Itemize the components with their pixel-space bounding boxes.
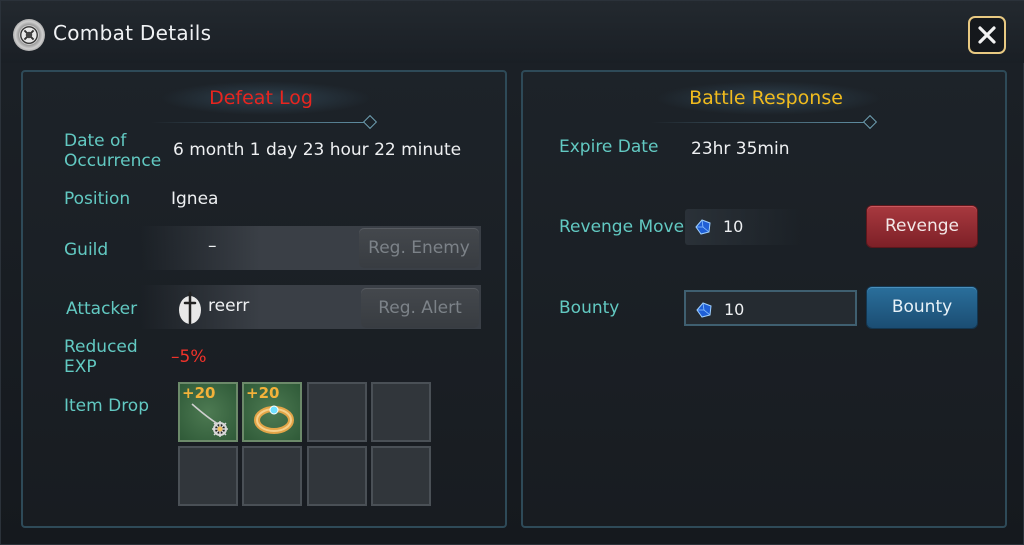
guild-label: Guild — [64, 240, 109, 260]
reg-alert-button[interactable]: Reg. Alert — [361, 288, 479, 328]
date-label-line1: Date of — [64, 131, 127, 151]
item-slot-empty — [371, 446, 431, 506]
item-slot-empty — [178, 446, 238, 506]
defeat-log-title: Defeat Log — [209, 87, 313, 109]
defeat-log-divider — [151, 122, 365, 123]
reduced-exp-label-line1: Reduced — [64, 337, 138, 357]
window-title: Combat Details — [53, 21, 212, 45]
battle-response-title: Battle Response — [689, 87, 843, 109]
position-label: Position — [64, 189, 131, 209]
bounty-amount-input[interactable]: 10 — [684, 290, 857, 326]
attacker-label: Attacker — [66, 299, 138, 319]
item-slot-necklace[interactable]: +20 — [178, 382, 238, 442]
bounty-label: Bounty — [559, 298, 620, 318]
item-slot-ring[interactable]: +20 — [242, 382, 302, 442]
reduced-exp-value: –5% — [171, 347, 207, 367]
close-icon — [978, 26, 996, 44]
combat-details-window: Combat Details Defeat Log Date of Occurr… — [0, 0, 1024, 545]
revenge-button[interactable]: Revenge — [867, 206, 977, 247]
position-value: Ignea — [171, 189, 219, 209]
revenge-move-label: Revenge Move — [559, 217, 685, 237]
date-label-line2: Occurrence — [64, 151, 162, 171]
title-bar: Combat Details — [1, 1, 1024, 63]
expire-date-label: Expire Date — [559, 137, 659, 157]
crest-icon — [13, 19, 45, 51]
guild-value: – — [208, 236, 217, 256]
date-value: 6 month 1 day 23 hour 22 minute — [173, 140, 462, 160]
expire-date-value: 23hr 35min — [691, 139, 790, 159]
sword-class-icon — [179, 291, 201, 325]
battle-response-divider — [651, 122, 865, 123]
item-drop-label: Item Drop — [64, 396, 149, 416]
item-slot-empty — [242, 446, 302, 506]
ring-icon — [254, 405, 294, 434]
revenge-move-cost-value: 10 — [723, 217, 744, 236]
reg-enemy-button[interactable]: Reg. Enemy — [359, 228, 479, 268]
item-slot-empty — [307, 382, 367, 442]
item-slot-empty — [307, 446, 367, 506]
bounty-button[interactable]: Bounty — [867, 287, 977, 328]
blue-gem-icon — [696, 302, 712, 318]
revenge-move-cost: 10 — [685, 209, 801, 245]
necklace-icon — [191, 403, 228, 437]
attacker-value: reerr — [208, 296, 250, 316]
bounty-amount-value: 10 — [724, 300, 745, 319]
close-button[interactable] — [968, 16, 1006, 54]
blue-gem-icon — [695, 219, 711, 235]
reduced-exp-label-line2: EXP — [64, 357, 97, 377]
item-slot-empty — [371, 382, 431, 442]
